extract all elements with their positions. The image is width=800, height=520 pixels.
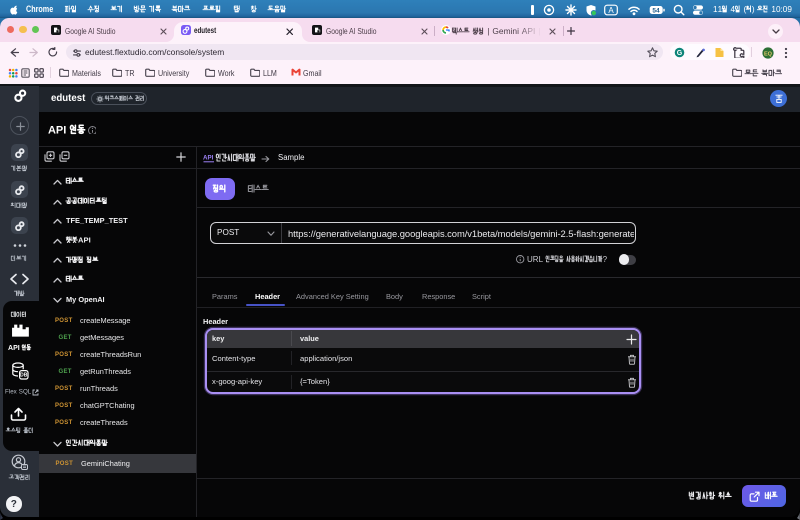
svg-text:A: A <box>608 6 614 15</box>
svg-text:|: | <box>487 26 489 36</box>
svg-text:54: 54 <box>652 7 660 14</box>
svg-text:A: A <box>48 124 56 136</box>
svg-text:1: 1 <box>718 5 723 14</box>
svg-text:L: L <box>539 255 544 264</box>
svg-text:): ) <box>752 5 755 14</box>
svg-text:4: 4 <box>731 5 736 14</box>
svg-text:i: i <box>517 26 519 36</box>
svg-text:P: P <box>56 124 63 136</box>
svg-text:9: 9 <box>787 5 792 14</box>
svg-text:I: I <box>89 236 91 245</box>
svg-text:m: m <box>504 26 511 36</box>
svg-text:L: L <box>28 389 32 396</box>
svg-text:EQ: EQ <box>764 51 773 57</box>
svg-text:G: G <box>543 26 544 36</box>
svg-text:?: ? <box>603 255 608 264</box>
svg-text:API: API <box>203 155 214 162</box>
svg-text:I: I <box>533 26 535 36</box>
svg-text:|: | <box>538 26 540 36</box>
svg-text:I: I <box>18 345 20 352</box>
svg-text:G: G <box>677 50 683 57</box>
svg-text:DB: DB <box>20 373 28 379</box>
svg-text:I: I <box>63 124 66 136</box>
